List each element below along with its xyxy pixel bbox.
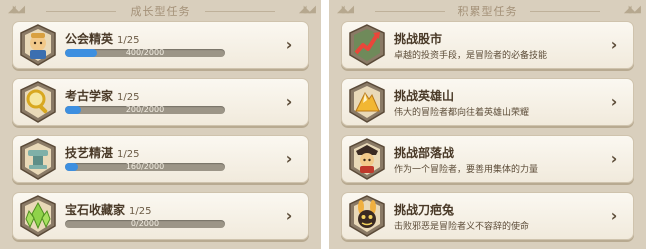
panel-title: 积累型任务	[457, 5, 518, 18]
tribe-warrior-icon	[346, 137, 388, 181]
cumulative-tasks-panel: ◢◣◢ 积累型任务 ◢◣◢ 挑战股市 卓越的投资手段，是冒险者的必备技能 › 挑…	[329, 0, 646, 249]
magnifier-emblem-icon	[17, 80, 59, 124]
challenge-title: 挑战股市	[394, 32, 443, 46]
task-card-master-craft[interactable]: 技艺精湛 1/25 160/2000 ›	[12, 135, 309, 183]
progress-text: 160/2000	[125, 163, 165, 171]
progress-bar: 0/2000	[65, 220, 225, 228]
challenge-title: 挑战刀疤兔	[394, 203, 455, 217]
chevron-right-icon[interactable]: ›	[280, 205, 298, 227]
header-ornament-left-icon: ◢◣◢	[8, 4, 25, 15]
scar-rabbit-icon	[346, 194, 388, 238]
task-title: 公会精英 1/25	[65, 32, 140, 46]
task-title: 技艺精湛 1/25	[65, 146, 140, 160]
challenge-description: 伟大的冒险者都向往着英雄山荣耀	[394, 108, 530, 118]
task-card-archaeologist[interactable]: 考古学家 1/25 200/2000 ›	[12, 78, 309, 126]
progress-bar: 400/2000	[65, 49, 225, 57]
progress-text: 400/2000	[125, 49, 165, 57]
progress-text: 0/2000	[130, 220, 160, 228]
gem-cluster-icon	[17, 194, 59, 238]
growth-tasks-panel: ◢◣◢ 成长型任务 ◢◣◢ 公会精英 1/25 400/2000 › 考古学家 …	[0, 0, 321, 249]
progress-bar: 160/2000	[65, 163, 225, 171]
challenge-card-tribe-war[interactable]: 挑战部落战 作为一个冒险者，要善用集体的力量 ›	[341, 135, 634, 183]
chevron-right-icon[interactable]: ›	[280, 148, 298, 170]
challenge-description: 击败邪恶是冒险者义不容辞的使命	[394, 222, 530, 232]
progress-bar: 200/2000	[65, 106, 225, 114]
task-count: 1/25	[117, 149, 140, 160]
task-title: 考古学家 1/25	[65, 89, 140, 103]
panel-header: ◢◣◢ 成长型任务 ◢◣◢	[0, 0, 321, 22]
chevron-right-icon[interactable]: ›	[605, 91, 623, 113]
anvil-emblem-icon	[17, 137, 59, 181]
task-card-guild-elite[interactable]: 公会精英 1/25 400/2000 ›	[12, 21, 309, 69]
panel-title: 成长型任务	[130, 5, 191, 18]
chevron-right-icon[interactable]: ›	[605, 34, 623, 56]
task-title: 宝石收藏家 1/25	[65, 203, 152, 217]
task-card-gem-collector[interactable]: 宝石收藏家 1/25 0/2000 ›	[12, 192, 309, 240]
progress-text: 200/2000	[125, 106, 165, 114]
challenge-title: 挑战部落战	[394, 146, 455, 160]
guild-emblem-icon	[17, 23, 59, 67]
challenge-title: 挑战英雄山	[394, 89, 455, 103]
chevron-right-icon[interactable]: ›	[280, 91, 298, 113]
chevron-right-icon[interactable]: ›	[605, 205, 623, 227]
chevron-right-icon[interactable]: ›	[280, 34, 298, 56]
challenge-description: 作为一个冒险者，要善用集体的力量	[394, 165, 539, 175]
challenge-card-stock-market[interactable]: 挑战股市 卓越的投资手段，是冒险者的必备技能 ›	[341, 21, 634, 69]
task-count: 1/25	[117, 92, 140, 103]
hero-mountain-icon	[346, 80, 388, 124]
header-ornament-left-icon: ◢◣◢	[337, 4, 354, 15]
header-ornament-right-icon: ◢◣◢	[298, 4, 316, 15]
panel-header: ◢◣◢ 积累型任务 ◢◣◢	[329, 0, 646, 22]
challenge-card-scar-rabbit[interactable]: 挑战刀疤兔 击败邪恶是冒险者义不容辞的使命 ›	[341, 192, 634, 240]
task-count: 1/25	[129, 206, 152, 217]
chevron-right-icon[interactable]: ›	[605, 148, 623, 170]
header-ornament-right-icon: ◢◣◢	[623, 4, 641, 15]
stock-arrow-icon	[346, 23, 388, 67]
task-count: 1/25	[117, 35, 140, 46]
challenge-description: 卓越的投资手段，是冒险者的必备技能	[394, 51, 548, 61]
challenge-card-hero-mountain[interactable]: 挑战英雄山 伟大的冒险者都向往着英雄山荣耀 ›	[341, 78, 634, 126]
